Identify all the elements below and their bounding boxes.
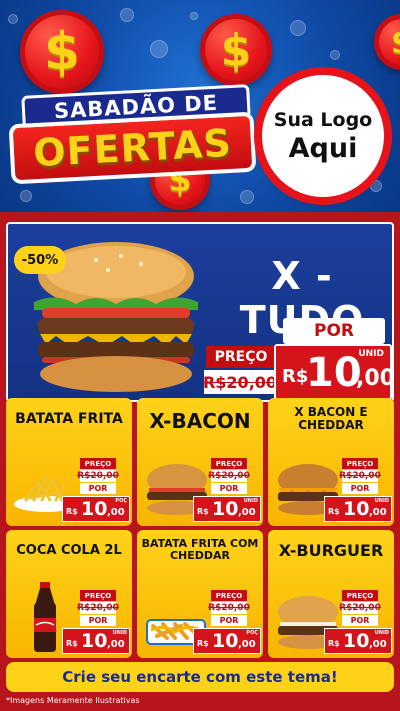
hero-por-label: POR xyxy=(283,318,385,344)
water-drop xyxy=(240,190,254,204)
product-title: X BACON E CHEDDAR xyxy=(294,405,368,433)
price-integer: 10 xyxy=(343,498,370,520)
preco-label: PREÇO xyxy=(211,458,247,469)
logo-line-2: Aqui xyxy=(288,132,358,164)
price-block: PREÇO R$20,00 POR R$ 10 ,00 UNID xyxy=(324,590,392,656)
price-integer: 10 xyxy=(81,630,108,652)
product-title: BATATA FRITA xyxy=(15,411,123,427)
currency: R$ xyxy=(66,507,78,516)
price-cents: ,00 xyxy=(356,366,395,391)
price-integer: 10 xyxy=(81,498,108,520)
old-price: R$20,00 xyxy=(208,470,250,482)
por-label: POR xyxy=(342,483,378,494)
water-drop xyxy=(120,8,134,22)
new-price: R$ 10 ,00 UNID xyxy=(324,628,392,654)
product-card-coca-cola[interactable]: COCA COLA 2L PREÇO R$20,00 POR R$ 10 ,00… xyxy=(6,530,132,658)
hero-old-price: R$20,00 xyxy=(203,370,277,394)
new-price: R$ 10 ,00 UNID xyxy=(193,496,261,522)
preco-label: PREÇO xyxy=(80,458,116,469)
water-drop xyxy=(330,50,340,60)
price-integer: 10 xyxy=(212,498,239,520)
price-cents: ,00 xyxy=(369,639,387,650)
preco-label: PREÇO xyxy=(211,590,247,601)
price-cents: ,00 xyxy=(369,507,387,518)
por-label: POR xyxy=(211,615,247,626)
product-card-x-bacon-cheddar[interactable]: X BACON E CHEDDAR PREÇO R$20,00 POR R$ 1… xyxy=(268,398,394,526)
old-price: R$20,00 xyxy=(339,470,381,482)
price-unit: UNID xyxy=(358,349,384,359)
logo-placeholder[interactable]: Sua Logo Aqui xyxy=(262,75,384,197)
product-title: COCA COLA 2L xyxy=(16,543,122,558)
por-label: POR xyxy=(80,483,116,494)
por-label: POR xyxy=(211,483,247,494)
new-price: R$ 10 ,00 UNID xyxy=(324,496,392,522)
preco-label: PREÇO xyxy=(342,458,378,469)
water-drop xyxy=(190,12,198,20)
cta-banner[interactable]: Crie seu encarte com este tema! xyxy=(6,662,394,692)
price-block: PREÇO R$20,00 POR R$ 10 ,00 UNID xyxy=(193,458,261,524)
product-card-x-bacon[interactable]: X-BACON PREÇO R$20,00 POR R$ 10 ,00 UNID xyxy=(137,398,263,526)
price-cents: ,00 xyxy=(107,639,125,650)
price-unit: UNID xyxy=(374,630,389,636)
preco-label: PREÇO xyxy=(80,590,116,601)
price-unit: POÇ xyxy=(246,630,258,636)
water-drop xyxy=(8,14,18,24)
currency: R$ xyxy=(282,366,309,387)
price-unit: UNID xyxy=(374,498,389,504)
preco-label: PREÇO xyxy=(342,590,378,601)
currency: R$ xyxy=(328,639,340,648)
new-price: R$ 10 ,00 POÇ xyxy=(193,628,261,654)
dollar-coin-icon: $ xyxy=(20,10,104,94)
old-price: R$20,00 xyxy=(77,602,119,614)
product-card-batata-frita[interactable]: BATATA FRITA PREÇO R$20,00 POR R$ 10 ,00… xyxy=(6,398,132,526)
product-card-batata-cheddar[interactable]: BATATA FRITA COM CHEDDAR PREÇO R$20,00 P… xyxy=(137,530,263,658)
hero-offer[interactable]: -50% X - TUDO POR PREÇO R$20,00 R$ 10 ,0… xyxy=(6,222,395,402)
price-unit: UNID xyxy=(112,630,127,636)
price-integer: 10 xyxy=(306,350,362,396)
dollar-coin-icon: $ xyxy=(374,14,400,70)
header-banner: $ $ $ $ SABADÃO DE OFERTAS Sua Logo Aqui xyxy=(0,0,400,212)
product-title: BATATA FRITA COM CHEDDAR xyxy=(141,537,259,563)
price-cents: ,00 xyxy=(238,507,256,518)
dollar-coin-icon: $ xyxy=(200,14,272,86)
currency: R$ xyxy=(328,507,340,516)
old-price: R$20,00 xyxy=(77,470,119,482)
logo-line-1: Sua Logo xyxy=(273,108,373,131)
price-cents: ,00 xyxy=(107,507,125,518)
price-block: PREÇO R$20,00 POR R$ 10 ,00 POÇ xyxy=(193,590,261,656)
disclaimer: *Imagens Meramente Ilustrativas xyxy=(6,696,140,705)
headline: SABADÃO DE OFERTAS xyxy=(8,84,257,185)
new-price: R$ 10 ,00 POÇ xyxy=(62,496,130,522)
por-label: POR xyxy=(342,615,378,626)
headline-main: OFERTAS xyxy=(8,111,257,185)
water-drop xyxy=(370,180,382,192)
hero-preco-label: PREÇO xyxy=(206,346,276,368)
por-label: POR xyxy=(80,615,116,626)
currency: R$ xyxy=(197,507,209,516)
price-integer: 10 xyxy=(343,630,370,652)
currency: R$ xyxy=(66,639,78,648)
product-card-x-burguer[interactable]: X-BURGUER PREÇO R$20,00 POR R$ 10 ,00 UN… xyxy=(268,530,394,658)
old-price: R$20,00 xyxy=(208,602,250,614)
offers-section: -50% X - TUDO POR PREÇO R$20,00 R$ 10 ,0… xyxy=(0,212,400,711)
price-unit: UNID xyxy=(243,498,258,504)
water-drop xyxy=(290,20,306,36)
old-price: R$20,00 xyxy=(339,602,381,614)
new-price: R$ 10 ,00 UNID xyxy=(62,628,130,654)
price-block: PREÇO R$20,00 POR R$ 10 ,00 UNID xyxy=(62,590,130,656)
discount-badge: -50% xyxy=(14,246,66,274)
product-title: X-BACON xyxy=(149,409,251,433)
price-unit: POÇ xyxy=(115,498,127,504)
price-integer: 10 xyxy=(212,630,239,652)
currency: R$ xyxy=(197,639,209,648)
water-drop xyxy=(150,40,168,58)
water-drop xyxy=(20,190,32,202)
price-block: PREÇO R$20,00 POR R$ 10 ,00 POÇ xyxy=(62,458,130,524)
price-cents: ,00 xyxy=(238,639,256,650)
price-block: PREÇO R$20,00 POR R$ 10 ,00 UNID xyxy=(324,458,392,524)
product-title: X-BURGUER xyxy=(278,541,384,560)
hero-new-price: R$ 10 ,00 UNID xyxy=(274,344,395,400)
